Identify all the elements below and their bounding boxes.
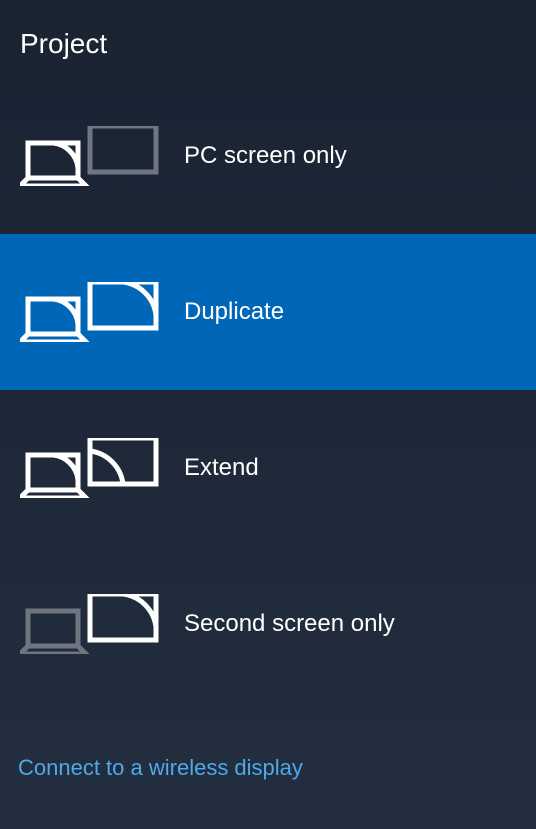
option-second-screen-only[interactable]: Second screen only <box>0 546 536 702</box>
panel-header: Project <box>0 0 536 78</box>
option-extend[interactable]: Extend <box>0 390 536 546</box>
duplicate-icon <box>20 282 160 342</box>
pc-screen-only-icon <box>20 126 160 186</box>
second-screen-only-icon <box>20 594 160 654</box>
extend-icon <box>20 438 160 498</box>
panel-title: Project <box>20 28 516 60</box>
option-label: Extend <box>184 454 259 482</box>
option-label: Duplicate <box>184 298 284 326</box>
option-pc-screen-only[interactable]: PC screen only <box>0 78 536 234</box>
project-options-list: PC screen only Duplicate <box>0 78 536 702</box>
connect-wireless-display-link[interactable]: Connect to a wireless display <box>18 755 303 781</box>
option-label: PC screen only <box>184 142 347 170</box>
option-duplicate[interactable]: Duplicate <box>0 234 536 390</box>
option-label: Second screen only <box>184 610 395 638</box>
